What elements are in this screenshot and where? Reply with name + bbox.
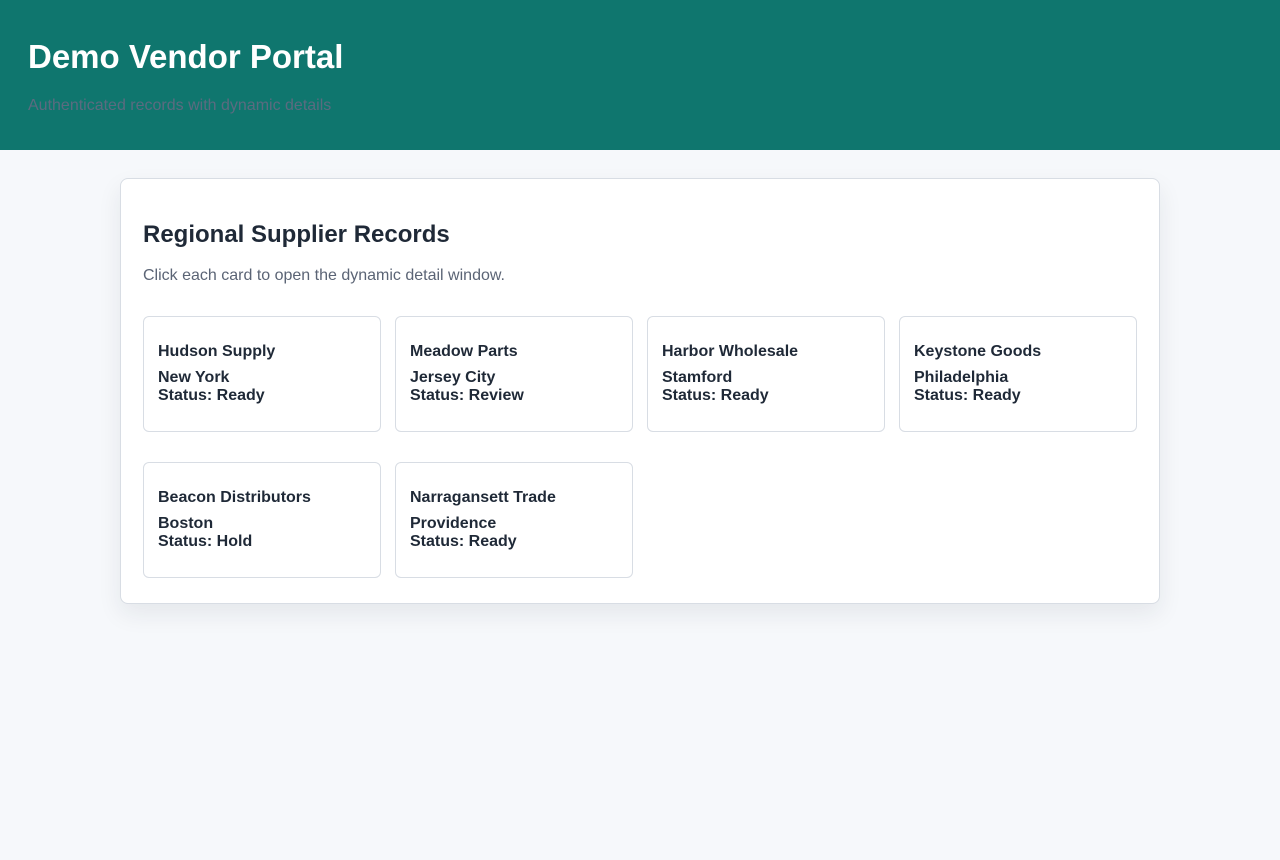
supplier-status: Status: Ready xyxy=(662,387,769,404)
app-title: Demo Vendor Portal xyxy=(28,38,344,75)
supplier-records-panel: Regional Supplier Records Click each car… xyxy=(120,178,1160,604)
supplier-status: Status: Hold xyxy=(158,533,253,550)
panel-description: Click each card to open the dynamic deta… xyxy=(143,267,505,284)
supplier-city: Jersey City xyxy=(410,369,496,386)
supplier-city: Providence xyxy=(410,515,497,532)
app-subtitle: Authenticated records with dynamic detai… xyxy=(28,97,332,114)
supplier-card[interactable]: Narragansett Trade Providence Status: Re… xyxy=(395,462,633,578)
supplier-city: Boston xyxy=(158,515,214,532)
supplier-status: Status: Review xyxy=(410,387,524,404)
supplier-name: Beacon Distributors xyxy=(158,489,311,506)
supplier-name: Meadow Parts xyxy=(410,343,518,360)
supplier-card[interactable]: Keystone Goods Philadelphia Status: Read… xyxy=(899,316,1137,432)
supplier-name: Keystone Goods xyxy=(914,343,1042,360)
supplier-card[interactable]: Hudson Supply New York Status: Ready xyxy=(143,316,381,432)
supplier-city: Philadelphia xyxy=(914,369,1009,386)
supplier-city: Stamford xyxy=(662,369,733,386)
supplier-card[interactable]: Beacon Distributors Boston Status: Hold xyxy=(143,462,381,578)
app-header: Demo Vendor Portal Authenticated records… xyxy=(0,0,1280,150)
supplier-card[interactable]: Meadow Parts Jersey City Status: Review xyxy=(395,316,633,432)
supplier-card-grid: Hudson Supply New York Status: Ready Mea… xyxy=(143,316,1137,578)
supplier-name: Harbor Wholesale xyxy=(662,343,799,360)
supplier-status: Status: Ready xyxy=(914,387,1021,404)
supplier-status: Status: Ready xyxy=(158,387,265,404)
supplier-name: Hudson Supply xyxy=(158,343,276,360)
supplier-name: Narragansett Trade xyxy=(410,489,556,506)
supplier-city: New York xyxy=(158,369,230,386)
supplier-status: Status: Ready xyxy=(410,533,517,550)
supplier-card[interactable]: Harbor Wholesale Stamford Status: Ready xyxy=(647,316,885,432)
panel-title: Regional Supplier Records xyxy=(143,221,450,248)
